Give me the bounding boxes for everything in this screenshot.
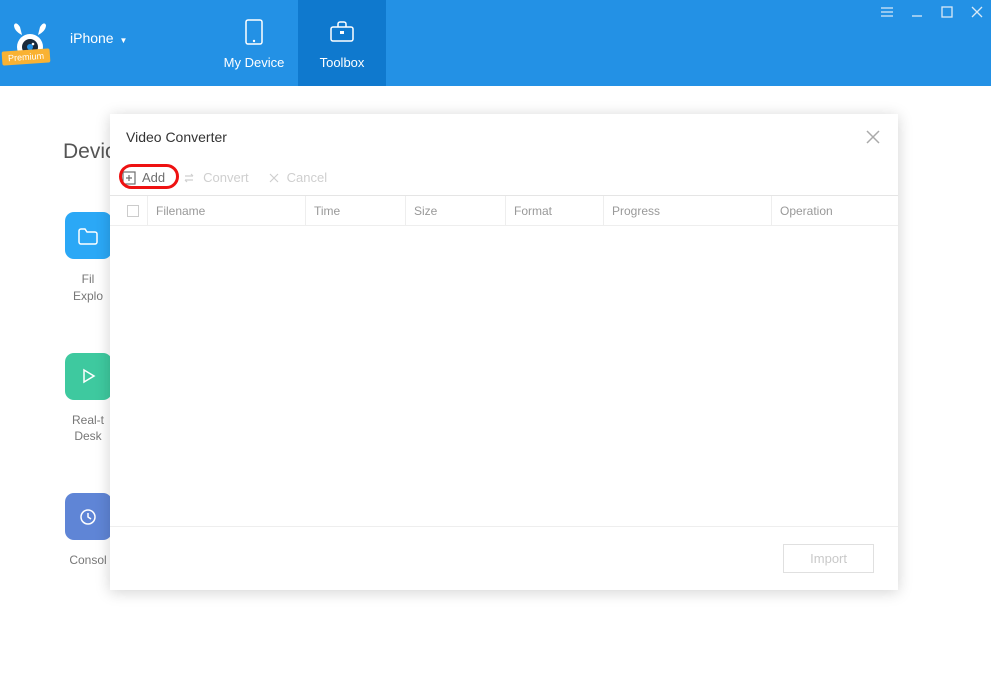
device-selector[interactable]: iPhone ▼ <box>70 30 127 46</box>
column-progress[interactable]: Progress <box>604 196 772 225</box>
column-format[interactable]: Format <box>506 196 604 225</box>
cancel-icon <box>267 171 281 185</box>
close-icon[interactable] <box>969 4 985 20</box>
convert-icon <box>183 171 197 185</box>
add-label: Add <box>142 170 165 185</box>
item-label: FilExplo <box>73 271 103 305</box>
column-filename[interactable]: Filename <box>148 196 306 225</box>
toolbox-icon <box>327 17 357 47</box>
table-body <box>110 226 898 526</box>
cancel-button: Cancel <box>267 170 327 185</box>
tablet-icon <box>239 17 269 47</box>
tab-label: Toolbox <box>320 55 365 70</box>
cancel-label: Cancel <box>287 170 327 185</box>
dialog-toolbar: Add Convert Cancel <box>110 160 898 196</box>
nav-tabs: My Device Toolbox <box>210 0 386 86</box>
logo-area: Premium iPhone ▼ <box>0 0 210 86</box>
menu-icon[interactable] <box>879 4 895 20</box>
tab-my-device[interactable]: My Device <box>210 0 298 86</box>
window-controls <box>879 4 985 20</box>
select-all-checkbox[interactable] <box>127 205 139 217</box>
toolbox-item-console[interactable]: Consol <box>63 493 113 569</box>
chevron-down-icon: ▼ <box>119 36 127 45</box>
toolbox-item-file-explorer[interactable]: FilExplo <box>63 212 113 305</box>
convert-button: Convert <box>183 170 249 185</box>
minimize-icon[interactable] <box>909 4 925 20</box>
item-label: Consol <box>69 552 106 569</box>
convert-label: Convert <box>203 170 249 185</box>
column-operation[interactable]: Operation <box>772 196 898 225</box>
plus-icon <box>122 171 136 185</box>
app-header: Premium iPhone ▼ My Device Toolbox <box>0 0 991 86</box>
play-icon <box>65 353 112 400</box>
refresh-icon <box>65 493 112 540</box>
folder-icon <box>65 212 112 259</box>
dialog-title: Video Converter <box>126 129 227 145</box>
import-button[interactable]: Import <box>783 544 874 573</box>
close-button[interactable] <box>864 128 882 146</box>
add-button[interactable]: Add <box>122 170 165 185</box>
maximize-icon[interactable] <box>939 4 955 20</box>
video-converter-dialog: Video Converter Add Convert Cancel <box>110 114 898 590</box>
device-name: iPhone <box>70 30 114 46</box>
column-time[interactable]: Time <box>306 196 406 225</box>
tab-toolbox[interactable]: Toolbox <box>298 0 386 86</box>
column-size[interactable]: Size <box>406 196 506 225</box>
item-label: Real-tDesk <box>72 412 104 446</box>
dialog-footer: Import <box>110 526 898 590</box>
toolbox-item-realtime-desktop[interactable]: Real-tDesk <box>63 353 113 446</box>
table-header: Filename Time Size Format Progress Opera… <box>110 196 898 226</box>
tab-label: My Device <box>224 55 285 70</box>
dialog-titlebar: Video Converter <box>110 114 898 160</box>
column-checkbox[interactable] <box>110 196 148 225</box>
